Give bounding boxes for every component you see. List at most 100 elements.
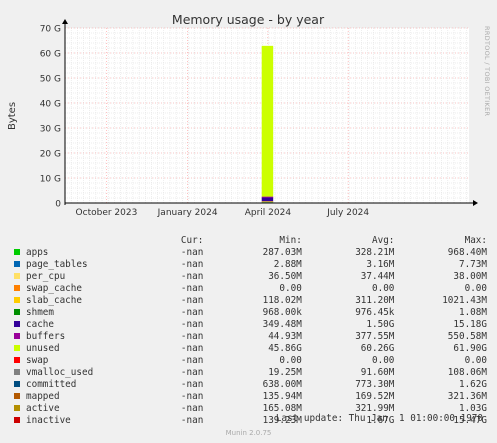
legend-row-swap: swap -nan 0.00 0.00 0.00 <box>12 354 487 366</box>
legend-cur-value: -nan <box>180 414 204 426</box>
legend-max-value: 38.00M <box>453 270 487 282</box>
legend-max-value: 321.36M <box>447 390 487 402</box>
legend-series-name: buffers <box>26 330 66 342</box>
legend-min-value: 165.08M <box>262 402 302 414</box>
legend-cur-value: -nan <box>180 330 204 342</box>
legend-swatch <box>14 345 20 351</box>
x-axis-arrow <box>473 200 478 206</box>
legend-series-name: active <box>26 402 60 414</box>
legend-max-value: 15.18G <box>453 318 487 330</box>
legend-series-name: slab_cache <box>26 294 82 306</box>
legend-series-name: apps <box>26 246 49 258</box>
legend-avg-value: 60.26G <box>360 342 395 354</box>
legend-cur-value: -nan <box>180 306 204 318</box>
legend-swatch <box>14 321 20 327</box>
legend-series-name: page_tables <box>26 258 88 270</box>
legend-series-name: mapped <box>26 390 60 402</box>
legend-min-value: 45.86G <box>268 342 302 354</box>
legend-series-name: vmalloc_used <box>26 366 94 378</box>
legend-cur-value: -nan <box>180 246 204 258</box>
legend-table: Cur: Min: Avg: Max: apps -nan 287.03M 328.2… <box>12 234 487 426</box>
legend-row-buffers: buffers -nan 44.93M 377.55M 550.58M <box>12 330 487 342</box>
legend-series-name: cache <box>26 318 54 330</box>
header-avg: Avg: <box>372 234 395 246</box>
legend-row-slab_cache: slab_cache -nan 118.02M 311.20M 1021.43M <box>12 294 487 306</box>
legend-cur-value: -nan <box>180 282 204 294</box>
legend-series-name: swap_cache <box>26 282 82 294</box>
legend-cur-value: -nan <box>180 390 204 402</box>
legend-swatch <box>14 393 20 399</box>
legend-avg-value: 91.60M <box>360 366 395 378</box>
legend-max-value: 108.06M <box>447 366 487 378</box>
legend-min-value: 44.93M <box>268 330 302 342</box>
legend-max-value: 0.00 <box>464 282 487 294</box>
legend-row-shmem: shmem -nan 968.00k 976.45k 1.08M <box>12 306 487 318</box>
legend-min-value: 0.00 <box>279 354 302 366</box>
legend-min-value: 0.00 <box>279 282 302 294</box>
legend-min-value: 36.50M <box>268 270 302 282</box>
legend-min-value: 349.48M <box>262 318 302 330</box>
legend-row-unused: unused -nan 45.86G 60.26G 61.90G <box>12 342 487 354</box>
legend-max-value: 61.90G <box>453 342 487 354</box>
legend-row-mapped: mapped -nan 135.94M 169.52M 321.36M <box>12 390 487 402</box>
legend-avg-value: 773.30M <box>355 378 395 390</box>
legend-min-value: 638.00M <box>262 378 302 390</box>
x-tick-label: October 2023 <box>76 208 138 218</box>
legend-series-name: inactive <box>26 414 71 426</box>
legend-row-per_cpu: per_cpu -nan 36.50M 37.44M 38.00M <box>12 270 487 282</box>
y-axis-label: Bytes <box>7 102 18 130</box>
y-axis-arrow <box>62 19 68 24</box>
y-tick-label: 40 G <box>40 100 61 110</box>
series-area-cache <box>261 197 274 202</box>
legend-swatch <box>14 417 20 423</box>
x-tick-label: April 2024 <box>245 208 292 218</box>
y-tick-label: 60 G <box>40 50 61 60</box>
legend-swatch <box>14 369 20 375</box>
legend-series-name: per_cpu <box>26 270 66 282</box>
legend-cur-value: -nan <box>180 318 204 330</box>
y-tick-label: 70 G <box>40 25 61 35</box>
series-layer <box>261 45 274 203</box>
legend-avg-value: 328.21M <box>355 246 395 258</box>
legend-swatch <box>14 285 20 291</box>
legend-max-value: 7.73M <box>458 258 487 270</box>
x-tick-label: July 2024 <box>326 208 369 218</box>
legend-min-value: 2.88M <box>273 258 302 270</box>
legend-row-apps: apps -nan 287.03M 328.21M 968.40M <box>12 246 487 258</box>
legend-swatch <box>14 333 20 339</box>
legend-swatch <box>14 405 20 411</box>
legend-avg-value: 377.55M <box>355 330 395 342</box>
legend-cur-value: -nan <box>180 258 204 270</box>
legend-series-name: swap <box>26 354 49 366</box>
header-min: Min: <box>279 234 302 246</box>
legend-swatch <box>14 381 20 387</box>
legend-min-value: 968.00k <box>262 306 302 318</box>
legend-cur-value: -nan <box>180 270 204 282</box>
legend-row-committed: committed -nan 638.00M 773.30M 1.62G <box>12 378 487 390</box>
legend-series-name: committed <box>26 378 77 390</box>
header-cur: Cur: <box>180 234 204 246</box>
y-tick-label: 0 <box>55 200 61 210</box>
x-tick-label: January 2024 <box>157 208 218 218</box>
legend-max-value: 1.08M <box>458 306 487 318</box>
legend-avg-value: 311.20M <box>355 294 395 306</box>
legend-swatch <box>14 309 20 315</box>
legend-avg-value: 0.00 <box>372 282 395 294</box>
legend-min-value: 135.94M <box>262 390 302 402</box>
legend-cur-value: -nan <box>180 342 204 354</box>
legend-row-page_tables: page_tables -nan 2.88M 3.16M 7.73M <box>12 258 487 270</box>
legend-row-vmalloc_used: vmalloc_used -nan 19.25M 91.60M 108.06M <box>12 366 487 378</box>
legend-series-name: shmem <box>26 306 54 318</box>
legend-avg-value: 3.16M <box>366 258 395 270</box>
legend-max-value: 968.40M <box>447 246 487 258</box>
legend-series-name: unused <box>26 342 60 354</box>
y-tick-label: 20 G <box>40 150 61 160</box>
rrdtool-watermark: RRDTOOL / TOBI OETIKER <box>483 26 491 117</box>
legend-swatch <box>14 297 20 303</box>
legend-swatch <box>14 249 20 255</box>
legend-min-value: 118.02M <box>262 294 302 306</box>
series-area-slab_cache <box>261 201 274 203</box>
legend-avg-value: 321.99M <box>355 402 395 414</box>
legend-min-value: 287.03M <box>262 246 302 258</box>
legend-avg-value: 169.52M <box>355 390 395 402</box>
